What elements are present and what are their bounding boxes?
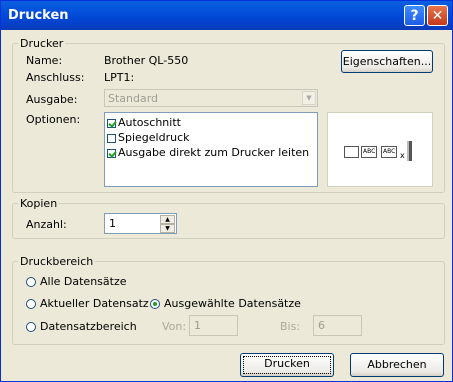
print-button[interactable]: Drucken xyxy=(240,353,334,377)
radio-button[interactable] xyxy=(26,322,36,332)
copies-up-icon[interactable]: ▲ xyxy=(160,215,175,224)
option-item-spiegeldruck[interactable]: Spiegeldruck xyxy=(107,131,190,144)
radio-all-records[interactable]: Alle Datensätze xyxy=(26,275,127,288)
output-select-value: Standard xyxy=(108,92,159,105)
copies-down-icon[interactable]: ▼ xyxy=(160,224,175,233)
to-value: 6 xyxy=(318,319,325,332)
preview-roll-icon xyxy=(407,141,412,161)
copies-label: Anzahl: xyxy=(26,218,67,231)
to-input[interactable]: 6 xyxy=(313,315,362,336)
from-value: 1 xyxy=(194,319,201,332)
copies-value: 1 xyxy=(109,217,116,230)
cancel-button[interactable]: Abbrechen xyxy=(350,353,444,377)
printer-group-legend: Drucker xyxy=(20,37,64,50)
option-label: Ausgabe direkt zum Drucker leiten xyxy=(118,146,310,159)
options-label: Optionen: xyxy=(26,113,81,126)
copies-group-legend: Kopien xyxy=(20,197,58,210)
print-dialog: Drucken ? ✕ Drucker Name: Brother QL-550… xyxy=(0,0,453,382)
copies-group: Kopien xyxy=(12,197,445,239)
preview-label-2: ABC xyxy=(381,146,398,158)
radio-label: Datensatzbereich xyxy=(40,320,137,333)
port-value: LPT1: xyxy=(104,71,135,84)
radio-record-range[interactable]: Datensatzbereich xyxy=(26,320,137,333)
preview-blank-label xyxy=(344,146,359,158)
preview-label-1: ABC xyxy=(361,146,378,158)
output-label: Ausgabe: xyxy=(26,93,78,106)
to-label: Bis: xyxy=(280,320,301,333)
checkbox-autoschnitt[interactable] xyxy=(107,118,116,128)
print-range-legend: Druckbereich xyxy=(20,255,94,268)
printer-name-label: Name: xyxy=(26,54,63,67)
radio-selected-records[interactable]: Ausgewählte Datensätze xyxy=(150,297,301,310)
properties-button[interactable]: Eigenschaften... xyxy=(341,50,433,73)
radio-button[interactable] xyxy=(26,277,36,287)
option-label: Spiegeldruck xyxy=(118,131,190,144)
options-list: Autoschnitt Spiegeldruck Ausgabe direkt … xyxy=(104,112,318,187)
close-button[interactable]: ✕ xyxy=(427,5,448,26)
copies-stepper[interactable]: 1 ▲ ▼ xyxy=(104,213,177,234)
checkbox-spiegeldruck[interactable] xyxy=(107,133,116,143)
radio-current-record[interactable]: Aktueller Datensatz xyxy=(26,297,149,310)
output-select[interactable]: Standard ▼ xyxy=(104,89,318,107)
window-title: Drucken xyxy=(8,8,69,23)
from-label: Von: xyxy=(162,320,187,333)
radio-button[interactable] xyxy=(150,299,160,309)
help-button[interactable]: ? xyxy=(404,5,425,26)
preview-cut-mark: x xyxy=(400,151,405,160)
from-input[interactable]: 1 xyxy=(189,315,238,336)
radio-label: Alle Datensätze xyxy=(40,275,127,288)
option-item-autoschnitt[interactable]: Autoschnitt xyxy=(107,116,181,129)
title-bar: Drucken ? ✕ xyxy=(1,1,452,30)
radio-button[interactable] xyxy=(26,299,36,309)
option-label: Autoschnitt xyxy=(118,116,181,129)
checkbox-direct-print[interactable] xyxy=(107,148,116,158)
printer-name-value: Brother QL-550 xyxy=(104,54,189,67)
label-preview: ABC ABC x xyxy=(327,112,433,187)
port-label: Anschluss: xyxy=(26,71,85,84)
option-item-direct-print[interactable]: Ausgabe direkt zum Drucker leiten xyxy=(107,146,309,159)
radio-label: Ausgewählte Datensätze xyxy=(164,297,301,310)
chevron-down-icon[interactable]: ▼ xyxy=(302,91,316,105)
radio-label: Aktueller Datensatz xyxy=(40,297,149,310)
